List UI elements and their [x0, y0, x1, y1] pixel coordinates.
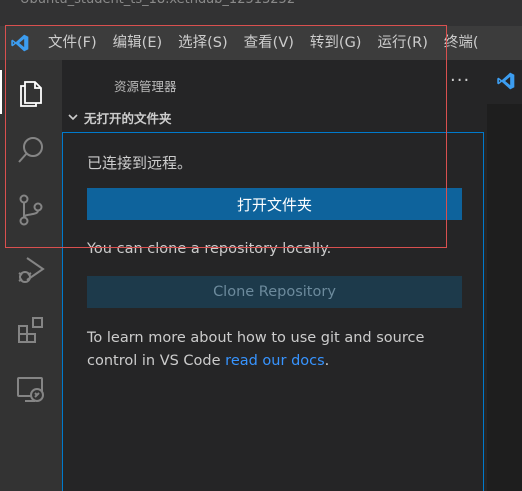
editor-area — [487, 60, 522, 491]
clone-repository-button[interactable]: Clone Repository — [87, 276, 462, 308]
section-header[interactable]: 无打开的文件夹 — [62, 106, 487, 128]
editor-tab-bar — [487, 60, 522, 104]
section-body: 已连接到远程。 打开文件夹 You can clone a repository… — [62, 132, 484, 491]
clone-info-text: You can clone a repository locally. — [87, 241, 332, 257]
search-icon[interactable] — [0, 122, 62, 178]
vscode-logo-icon — [0, 26, 40, 60]
menu-file[interactable]: 文件(F) — [40, 26, 105, 60]
menu-terminal[interactable]: 终端( — [436, 26, 487, 60]
extensions-icon[interactable] — [0, 302, 62, 358]
explorer-icon[interactable] — [0, 64, 62, 120]
source-control-icon[interactable] — [0, 182, 62, 238]
sidebar-title: 资源管理器 — [114, 79, 177, 94]
learn-more-text: To learn more about how to use git and s… — [87, 327, 447, 373]
menu-go[interactable]: 转到(G) — [302, 26, 370, 60]
chevron-down-icon — [68, 114, 78, 121]
open-folder-button[interactable]: 打开文件夹 — [87, 188, 462, 220]
read-docs-link[interactable]: read our docs — [225, 353, 325, 369]
remote-explorer-icon[interactable] — [0, 362, 62, 418]
menu-bar: 文件(F) 编辑(E) 选择(S) 查看(V) 转到(G) 运行(R) 终端( — [0, 26, 522, 60]
explorer-sidebar: 资源管理器 ··· 无打开的文件夹 已连接到远程。 打开文件夹 You can … — [62, 60, 487, 491]
menu-view[interactable]: 查看(V) — [236, 26, 302, 60]
vscode-tab-icon — [497, 72, 515, 90]
menu-selection[interactable]: 选择(S) — [170, 26, 236, 60]
more-actions-icon[interactable]: ··· — [450, 70, 470, 91]
menu-edit[interactable]: 编辑(E) — [105, 26, 170, 60]
activity-bar — [0, 60, 62, 491]
window-title-bar: Ubuntu_student_ts_18.xethdab_12513252 — [0, 0, 522, 26]
vscode-window: Ubuntu_student_ts_18.xethdab_12513252 文件… — [0, 0, 522, 491]
learn-more-suffix: . — [324, 353, 330, 369]
connected-status: 已连接到远程。 — [87, 154, 193, 172]
section-title: 无打开的文件夹 — [84, 110, 172, 126]
run-debug-icon[interactable] — [0, 242, 62, 298]
menu-run[interactable]: 运行(R) — [369, 26, 435, 60]
window-title: Ubuntu_student_ts_18.xethdab_12513252 — [20, 0, 295, 13]
